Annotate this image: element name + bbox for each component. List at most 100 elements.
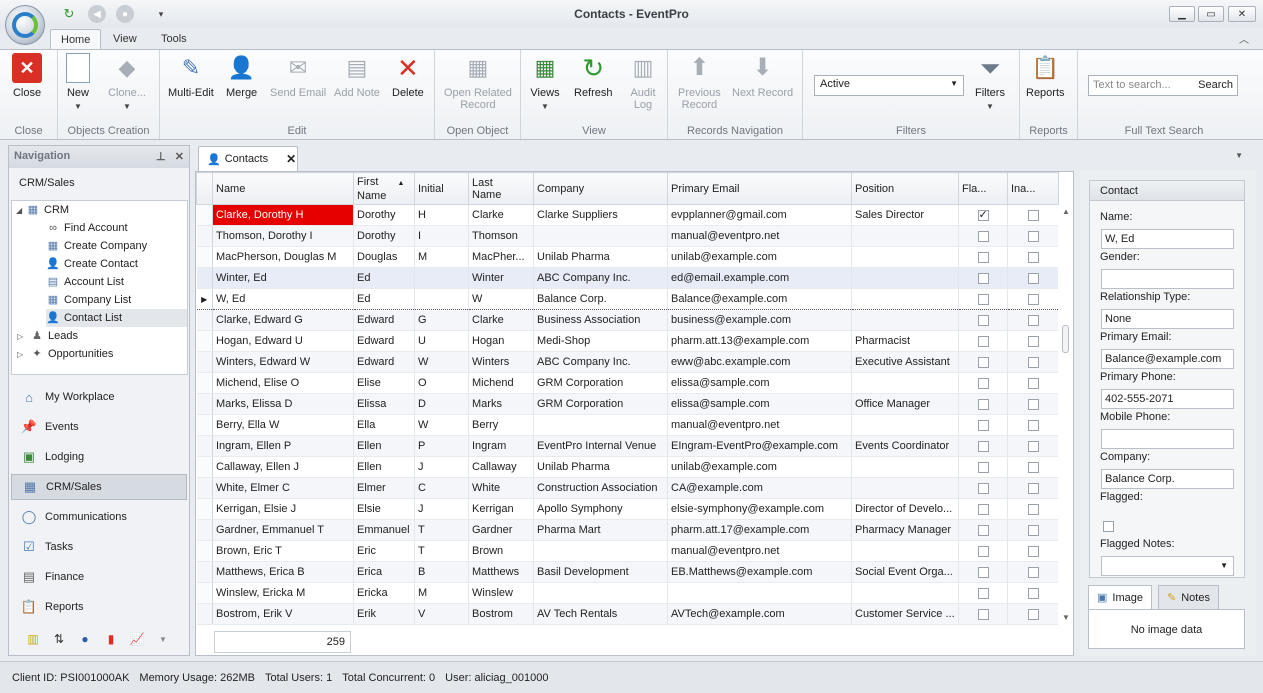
- flagged-checkbox[interactable]: [977, 461, 989, 473]
- cell-last[interactable]: Marks: [468, 393, 534, 415]
- cell-first[interactable]: Ella: [353, 414, 415, 436]
- table-row[interactable]: Kerrigan, Elsie J Elsie J Kerrigan Apollo Sy…: [196, 498, 1059, 520]
- nav-item-finance[interactable]: ▤ Finance: [11, 564, 187, 590]
- column-header-flagged[interactable]: Fla...: [958, 172, 1008, 205]
- inactive-checkbox[interactable]: [1027, 209, 1039, 221]
- add-note-button[interactable]: ▤ Add Note: [334, 53, 380, 100]
- cell-position[interactable]: Office Manager: [851, 393, 959, 415]
- cell-last[interactable]: Thomson: [468, 225, 534, 247]
- row-indicator[interactable]: [196, 267, 213, 289]
- table-row[interactable]: Callaway, Ellen J Ellen J Callaway Unilab Ph…: [196, 456, 1059, 478]
- scroll-up-icon[interactable]: ▲: [1062, 207, 1070, 216]
- row-indicator[interactable]: [196, 540, 213, 562]
- table-row[interactable]: Hogan, Edward U Edward U Hogan Medi-Shop phar…: [196, 330, 1059, 352]
- tree-node-create-company[interactable]: ▦ Create Company: [46, 237, 147, 255]
- cell-email[interactable]: [667, 582, 852, 604]
- cell-name[interactable]: Thomson, Dorothy I: [212, 225, 354, 247]
- inactive-checkbox[interactable]: [1027, 482, 1039, 494]
- primary-email-field[interactable]: Balance@example.com: [1101, 349, 1234, 369]
- flagged-notes-dropdown[interactable]: ▼: [1101, 556, 1234, 576]
- cell-first[interactable]: Erik: [353, 603, 415, 625]
- nav-item-communications[interactable]: ◯ Communications: [11, 504, 187, 530]
- cell-position[interactable]: Director of Develo...: [851, 498, 959, 520]
- flagged-checkbox[interactable]: [977, 356, 989, 368]
- cell-position[interactable]: [851, 540, 959, 562]
- cell-company[interactable]: Basil Development: [533, 561, 668, 583]
- cell-position[interactable]: [851, 372, 959, 394]
- relationship-type-field[interactable]: None: [1101, 309, 1234, 329]
- expand-triangle-icon[interactable]: ▷: [17, 350, 23, 359]
- tab-view[interactable]: View: [103, 29, 147, 50]
- cell-position[interactable]: [851, 309, 959, 331]
- search-input[interactable]: Text to search... Search: [1088, 75, 1238, 96]
- reports-button[interactable]: 📋 Reports: [1026, 53, 1065, 100]
- cell-company[interactable]: GRM Corporation: [533, 393, 668, 415]
- cell-last[interactable]: MacPher...: [468, 246, 534, 268]
- line-chart-icon[interactable]: 📈: [129, 631, 145, 647]
- gender-field[interactable]: [1101, 269, 1234, 289]
- column-header-last-name[interactable]: Last Name: [468, 172, 534, 205]
- row-indicator[interactable]: [196, 477, 213, 499]
- cell-last[interactable]: Clarke: [468, 309, 534, 331]
- cell-company[interactable]: Clarke Suppliers: [533, 204, 668, 226]
- flagged-checkbox[interactable]: [977, 377, 989, 389]
- cell-email[interactable]: business@example.com: [667, 309, 852, 331]
- flagged-checkbox[interactable]: [977, 208, 989, 221]
- table-row[interactable]: MacPherson, Douglas M Douglas M MacPher... U…: [196, 246, 1059, 268]
- column-header-first-name[interactable]: First ▲ Name: [353, 172, 415, 205]
- tree-node-account-list[interactable]: ▤ Account List: [46, 273, 124, 291]
- app-menu-orb[interactable]: [5, 5, 45, 45]
- flagged-checkbox[interactable]: [977, 314, 989, 326]
- cell-initial[interactable]: H: [414, 204, 469, 226]
- cell-first[interactable]: Elmer: [353, 477, 415, 499]
- table-row[interactable]: Marks, Elissa D Elissa D Marks GRM Corporati…: [196, 393, 1059, 415]
- cell-company[interactable]: AV Tech Rentals: [533, 603, 668, 625]
- bar-chart-icon[interactable]: ▮: [103, 631, 119, 647]
- sort-arrows-icon[interactable]: ⇅: [51, 631, 67, 647]
- tab-image[interactable]: ▣ Image: [1088, 585, 1152, 609]
- cell-last[interactable]: Gardner: [468, 519, 534, 541]
- tree-node-find-account[interactable]: ∞ Find Account: [46, 219, 128, 237]
- row-indicator[interactable]: [196, 225, 213, 247]
- filters-button[interactable]: ⏷ Filters ▼: [975, 53, 1005, 113]
- flagged-checkbox[interactable]: [977, 587, 989, 599]
- clone-button[interactable]: ◆ Clone... ▼: [108, 53, 146, 113]
- vertical-scrollbar[interactable]: ▲ ▼: [1058, 205, 1073, 625]
- cell-company[interactable]: Construction Association: [533, 477, 668, 499]
- inactive-checkbox[interactable]: [1027, 272, 1039, 284]
- cell-initial[interactable]: G: [414, 309, 469, 331]
- cell-first[interactable]: Emmanuel: [353, 519, 415, 541]
- multi-edit-button[interactable]: ✎ Multi-Edit: [168, 53, 214, 100]
- more-chevron-down-icon[interactable]: ▼: [155, 631, 171, 647]
- expand-triangle-icon[interactable]: ▷: [17, 332, 23, 341]
- cell-initial[interactable]: [414, 288, 469, 310]
- inactive-checkbox[interactable]: [1027, 503, 1039, 515]
- refresh-button[interactable]: ↻ Refresh: [574, 53, 613, 99]
- row-indicator[interactable]: [196, 309, 213, 331]
- tree-node-company-list[interactable]: ▦ Company List: [46, 291, 131, 309]
- column-header-inactive[interactable]: Ina...: [1007, 172, 1059, 205]
- row-indicator[interactable]: [196, 330, 213, 352]
- flagged-checkbox[interactable]: [977, 503, 989, 515]
- cell-company[interactable]: [533, 225, 668, 247]
- table-row[interactable]: Winslew, Ericka M Ericka M Winslew: [196, 582, 1059, 604]
- table-row[interactable]: Winters, Edward W Edward W Winters ABC Compa…: [196, 351, 1059, 373]
- cell-email[interactable]: EIngram-EventPro@example.com: [667, 435, 852, 457]
- cell-company[interactable]: ABC Company Inc.: [533, 351, 668, 373]
- cell-first[interactable]: Edward: [353, 330, 415, 352]
- row-indicator[interactable]: [196, 393, 213, 415]
- previous-record-button[interactable]: ⬆ Previous Record: [678, 53, 721, 112]
- cell-email[interactable]: Balance@example.com: [667, 288, 852, 310]
- table-row[interactable]: White, Elmer C Elmer C White Construction As…: [196, 477, 1059, 499]
- cell-position[interactable]: [851, 456, 959, 478]
- cell-last[interactable]: Winter: [468, 267, 534, 289]
- cell-email[interactable]: elsie-symphony@example.com: [667, 498, 852, 520]
- audit-log-button[interactable]: ▥ Audit Log: [628, 53, 658, 112]
- cell-initial[interactable]: J: [414, 456, 469, 478]
- cell-name[interactable]: Hogan, Edward U: [212, 330, 354, 352]
- cell-email[interactable]: AVTech@example.com: [667, 603, 852, 625]
- cell-name[interactable]: Berry, Ella W: [212, 414, 354, 436]
- cell-first[interactable]: Edward: [353, 351, 415, 373]
- cell-initial[interactable]: W: [414, 414, 469, 436]
- globe-icon[interactable]: ●: [77, 631, 93, 647]
